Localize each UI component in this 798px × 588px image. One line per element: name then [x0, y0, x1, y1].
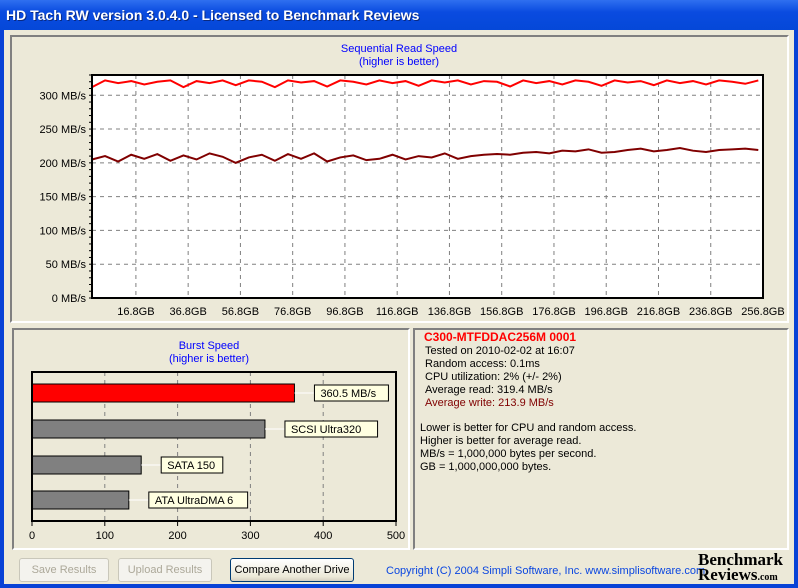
average-write: Average write: 213.9 MB/s [425, 397, 554, 409]
copyright-link[interactable]: Copyright (C) 2004 Simpli Software, Inc.… [386, 565, 705, 577]
app-window: HD Tach RW version 3.0.4.0 - Licensed to… [0, 0, 798, 588]
x-tick-label: 136.8GB [428, 306, 471, 318]
x-tick-label: 196.8GB [585, 306, 628, 318]
average-read: Average read: 319.4 MB/s [425, 384, 553, 396]
burst-bar [31, 455, 142, 475]
bar-label: 360.5 MB/s [320, 388, 376, 400]
title-bar[interactable]: HD Tach RW version 3.0.4.0 - Licensed to… [0, 0, 798, 30]
x-tick-label: 300 [241, 530, 259, 542]
bar-label: SCSI Ultra320 [291, 424, 361, 436]
x-tick-label: 216.8GB [637, 306, 680, 318]
drive-name: C300-MTFDDAC256M 0001 [424, 330, 577, 344]
random-access: Random access: 0.1ms [425, 358, 540, 370]
note: MB/s = 1,000,000 bytes per second. [420, 448, 597, 460]
x-tick-label: 156.8GB [480, 306, 523, 318]
x-tick-label: 236.8GB [689, 306, 732, 318]
compare-another-drive-button[interactable]: Compare Another Drive [230, 558, 354, 582]
x-tick-label: 176.8GB [532, 306, 575, 318]
burst-bar [31, 419, 266, 439]
x-tick-label: 500 [387, 530, 405, 542]
x-tick-label: 400 [314, 530, 332, 542]
burst-bar [31, 383, 295, 403]
note: Lower is better for CPU and random acces… [420, 422, 637, 434]
x-tick-label: 100 [96, 530, 114, 542]
tested-date: Tested on 2010-02-02 at 16:07 [425, 345, 575, 357]
bar-label: SATA 150 [167, 460, 215, 472]
client-area: Sequential Read Speed (higher is better)… [4, 30, 794, 584]
note: Higher is better for average read. [420, 435, 582, 447]
x-tick-label: 0 [29, 530, 35, 542]
bar-label: ATA UltraDMA 6 [155, 495, 233, 507]
note: GB = 1,000,000,000 bytes. [420, 461, 552, 473]
upload-results-button[interactable]: Upload Results [118, 558, 212, 582]
benchmark-reviews-logo: Benchmark Reviews.com [698, 550, 783, 584]
save-results-button[interactable]: Save Results [19, 558, 109, 582]
x-tick-label: 200 [168, 530, 186, 542]
burst-bar [31, 490, 130, 510]
burst-chart: 0 100 200 300 400 500 360.5 MB/s SCSI Ultra320 S… [29, 371, 405, 542]
cpu-utilization: CPU utilization: 2% (+/- 2%) [425, 371, 562, 383]
x-tick-label: 256.8GB [741, 306, 784, 318]
